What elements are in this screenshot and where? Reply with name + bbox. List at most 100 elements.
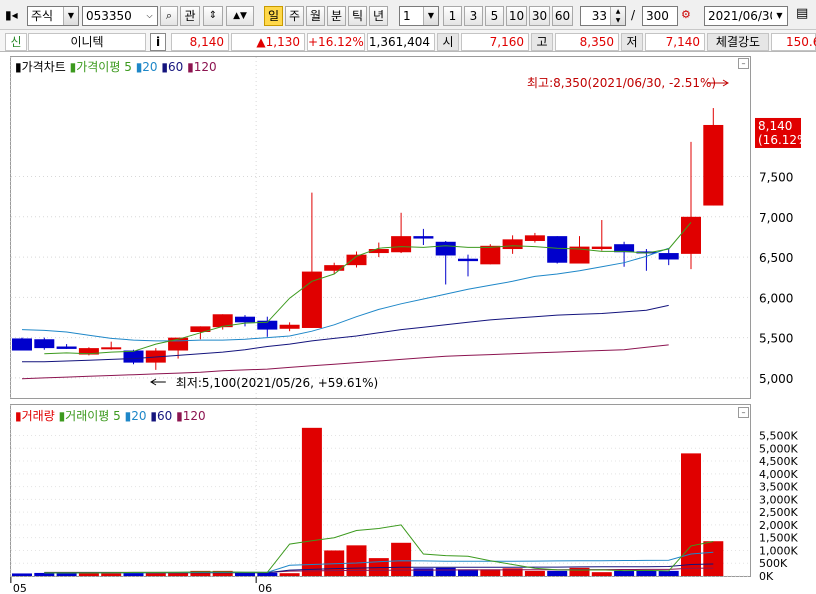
volume-axis-tick: 1,500K xyxy=(759,532,798,545)
spin-button[interactable]: ▲▼ xyxy=(226,6,254,26)
price-axis-tick: 5,000 xyxy=(759,372,793,386)
volume-axis-tick: 3,000K xyxy=(759,493,798,506)
interval-button[interactable]: 60 xyxy=(552,6,573,26)
price-legend: ▮가격차트 ▮가격이평 5 ▮20 ▮60 ▮120 xyxy=(15,58,217,75)
legend-mark: ▮ xyxy=(15,409,22,423)
updown-icon: ⇕ xyxy=(208,10,218,21)
last-change-label: (16.12%) xyxy=(758,133,813,147)
period-button[interactable]: 분 xyxy=(327,6,346,26)
stock-code-value: 053350 xyxy=(86,9,132,23)
period-button[interactable]: 년 xyxy=(369,6,388,26)
legend-vma5: 5 xyxy=(113,409,121,423)
low-label: 저 xyxy=(621,33,643,51)
legend-volume: 거래량 xyxy=(21,409,55,423)
market-select[interactable]: 주식 ▼ xyxy=(27,6,79,26)
volume-pane-minimize-icon[interactable]: – xyxy=(738,407,749,418)
legend-price-chart: 가격차트 xyxy=(21,60,66,74)
volume-axis-tick: 3,500K xyxy=(759,481,798,494)
volume-axis-tick: 2,500K xyxy=(759,506,798,519)
x-axis-tick: 06 xyxy=(258,582,272,594)
stock-info-button[interactable]: i xyxy=(150,33,166,51)
period-button[interactable]: 월 xyxy=(306,6,325,26)
volume-chart-pane[interactable] xyxy=(10,404,751,577)
interval-button[interactable]: 30 xyxy=(529,6,550,26)
chevron-down-icon[interactable]: ⌵ xyxy=(142,7,157,25)
legend-ma5: 5 xyxy=(124,60,132,74)
open-label: 시 xyxy=(437,33,459,51)
stock-name[interactable]: 이니텍 xyxy=(28,33,146,51)
panel-toggle-icon[interactable]: ▮◂ xyxy=(5,7,21,23)
legend-price-ma: 가격이평 xyxy=(76,60,121,74)
legend-vma60: 60 xyxy=(156,409,173,423)
stock-code-input[interactable]: 053350 ⌵ xyxy=(82,6,158,26)
interval-button[interactable]: 10 xyxy=(506,6,527,26)
period-button[interactable]: 틱 xyxy=(348,6,367,26)
interval-button[interactable]: 3 xyxy=(464,6,483,26)
price-pane-minimize-icon[interactable]: – xyxy=(738,58,749,69)
interval-button[interactable]: 5 xyxy=(485,6,504,26)
last-price-box xyxy=(755,117,801,148)
high-label: 고 xyxy=(531,33,553,51)
period-button[interactable]: 일 xyxy=(264,6,283,26)
last-price-label: 8,140 xyxy=(758,119,792,133)
volume-axis-tick: 2,000K xyxy=(759,519,798,532)
legend-ma20: 20 xyxy=(142,60,158,74)
strength-label: 체결강도 xyxy=(707,33,769,51)
price-axis-tick: 7,500 xyxy=(759,171,793,185)
low-value: 7,140 xyxy=(645,33,705,51)
change-rate: +16.12% xyxy=(307,33,365,51)
credit-badge: 신 xyxy=(5,33,27,51)
chart-window-icon[interactable]: ▤ xyxy=(796,5,814,25)
interest-button-label: 관 xyxy=(184,9,196,23)
search-button[interactable]: ⌕ xyxy=(160,6,178,26)
price-axis-tick: 5,500 xyxy=(759,332,793,346)
legend-vma20: 20 xyxy=(131,409,147,423)
strength-value: 150.6 xyxy=(771,33,816,51)
current-price: 8,140 xyxy=(171,33,229,51)
search-icon: ⌕ xyxy=(165,9,173,22)
interest-button[interactable]: 관 xyxy=(180,6,200,26)
volume-axis-tick: 500K xyxy=(759,557,788,570)
volume-axis-tick: 5,500K xyxy=(759,429,798,442)
chevron-down-icon[interactable]: ▼ xyxy=(772,7,787,25)
period-button[interactable]: 주 xyxy=(285,6,304,26)
count-value: 33 xyxy=(591,9,607,23)
open-value: 7,160 xyxy=(461,33,529,51)
x-axis-tick: 05 xyxy=(13,582,27,594)
legend-ma60: 60 xyxy=(168,60,184,74)
volume-axis-tick: 5,000K xyxy=(759,442,798,455)
date-picker-value: 2021/06/30 xyxy=(708,9,778,23)
total-count-value: 300 xyxy=(646,9,669,23)
scroll-up-down-button[interactable]: ⇕ xyxy=(203,6,223,26)
legend-ma120: 120 xyxy=(193,60,217,74)
total-count-input[interactable]: 300 xyxy=(642,6,678,26)
interval-select-value: 1 xyxy=(403,9,411,23)
volume-axis-tick: 1,000K xyxy=(759,544,798,557)
interval-button[interactable]: 1 xyxy=(443,6,462,26)
legend-mark: ▮ xyxy=(150,409,157,423)
price-change: ▲1,130 xyxy=(231,33,305,51)
spin-arrows-icon: ▲▼ xyxy=(233,11,247,21)
date-picker[interactable]: 2021/06/30 ▼ xyxy=(704,6,788,26)
volume-axis-tick: 0K xyxy=(759,570,774,583)
legend-vma120: 120 xyxy=(182,409,206,423)
chart-settings-icon[interactable]: ⚙ xyxy=(681,7,699,25)
legend-mark: ▮ xyxy=(15,60,22,74)
volume-axis-tick: 4,000K xyxy=(759,468,798,481)
count-separator: / xyxy=(631,8,636,22)
volume-axis-tick: 4,500K xyxy=(759,455,798,468)
price-axis-tick: 6,500 xyxy=(759,251,793,265)
chevron-down-icon[interactable]: ▼ xyxy=(423,7,438,25)
legend-volume-ma: 거래이평 xyxy=(65,409,110,423)
chart-toolbar: ▮◂ 주식 ▼ 053350 ⌵ ⌕ 관 ⇕ ▲▼ 일주월분틱년 1 ▼ 135… xyxy=(0,0,816,30)
price-chart-pane[interactable] xyxy=(10,56,751,399)
volume-legend: ▮거래량 ▮거래이평 5 ▮20 ▮60 ▮120 xyxy=(15,407,206,424)
chevron-down-icon[interactable]: ▼ xyxy=(63,7,78,25)
price-axis-tick: 6,000 xyxy=(759,291,793,305)
legend-mark: ▮ xyxy=(187,60,194,74)
count-input[interactable]: 33 ▲ ▼ xyxy=(580,6,626,26)
high-value: 8,350 xyxy=(555,33,619,51)
trade-volume: 1,361,404 xyxy=(367,33,435,51)
interval-select[interactable]: 1 ▼ xyxy=(399,6,439,26)
spinner-icon[interactable]: ▲ ▼ xyxy=(610,7,625,25)
